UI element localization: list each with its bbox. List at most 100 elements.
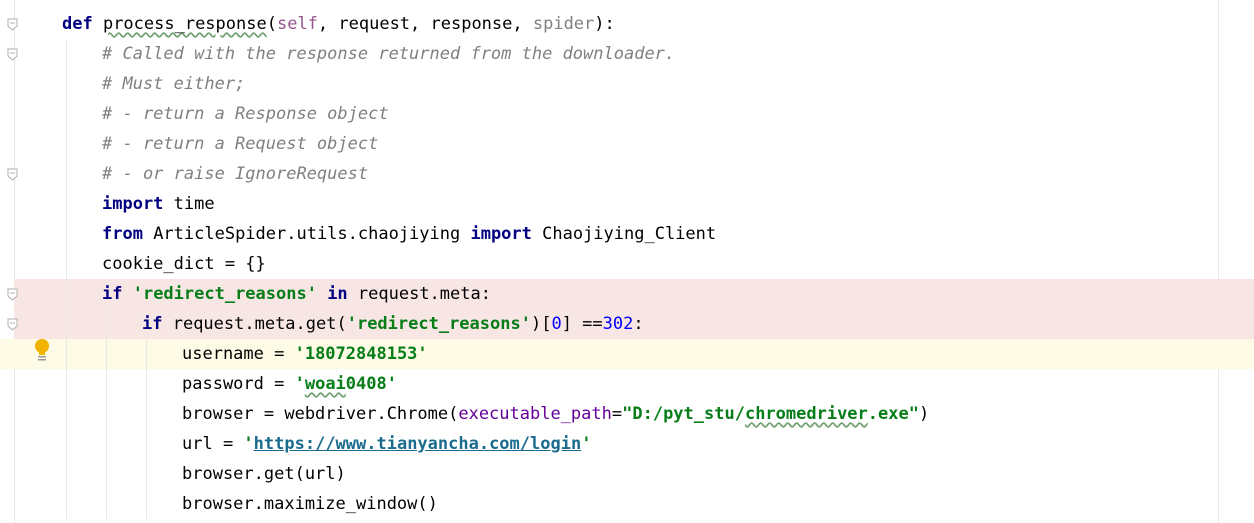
code-text: password = 'woai0408' bbox=[182, 369, 397, 399]
code-token: in bbox=[316, 284, 358, 304]
fold-marker-icon[interactable] bbox=[7, 288, 18, 301]
code-text: browser.get(url) bbox=[182, 459, 346, 489]
code-token: process_response bbox=[102, 14, 267, 34]
code-token: browser.maximize_window() bbox=[182, 494, 438, 514]
indent-guide bbox=[106, 399, 107, 429]
code-line[interactable]: browser.get(url) bbox=[0, 459, 1254, 489]
code-text: browser.maximize_window() bbox=[182, 489, 438, 519]
indent-guide bbox=[66, 39, 67, 69]
code-text: cookie_dict = {} bbox=[102, 249, 266, 279]
code-token: executable_path bbox=[458, 404, 612, 424]
code-token: , request, response, bbox=[317, 14, 533, 34]
code-text: browser = webdriver.Chrome(executable_pa… bbox=[182, 399, 929, 429]
code-line[interactable]: # - or raise IgnoreRequest bbox=[0, 159, 1254, 189]
indent-guide bbox=[66, 69, 67, 99]
indent-guide bbox=[66, 249, 67, 279]
fold-marker-icon[interactable] bbox=[7, 318, 18, 331]
indent-guide bbox=[106, 309, 107, 339]
code-token: = bbox=[611, 404, 623, 424]
code-token[interactable]: https://www.tianyancha.com/login bbox=[254, 434, 582, 454]
code-line[interactable]: def process_response(self, request, resp… bbox=[0, 9, 1254, 39]
code-token: password = bbox=[182, 374, 295, 394]
code-line[interactable]: browser = webdriver.Chrome(executable_pa… bbox=[0, 399, 1254, 429]
indent-guide bbox=[66, 459, 67, 489]
code-token: from bbox=[102, 224, 154, 244]
indent-guide bbox=[106, 339, 107, 369]
code-text: def process_response(self, request, resp… bbox=[62, 9, 615, 39]
code-token: if bbox=[142, 314, 173, 334]
code-text: import time bbox=[102, 189, 215, 219]
fold-marker-icon[interactable] bbox=[7, 168, 18, 181]
indent-guide bbox=[66, 159, 67, 189]
indent-guide bbox=[146, 489, 147, 519]
indent-guide bbox=[66, 339, 67, 369]
indent-guide bbox=[106, 489, 107, 519]
code-token: : bbox=[633, 314, 644, 334]
code-token: chromedriver bbox=[744, 404, 868, 424]
code-token: browser.get(url) bbox=[182, 464, 346, 484]
indent-guide bbox=[66, 429, 67, 459]
code-line[interactable]: if request.meta.get('redirect_reasons')[… bbox=[0, 309, 1254, 339]
code-line[interactable]: # - return a Response object bbox=[0, 99, 1254, 129]
code-text: username = '18072848153' bbox=[182, 339, 428, 369]
code-line[interactable]: url = 'https://www.tianyancha.com/login' bbox=[0, 429, 1254, 459]
code-token: .exe" bbox=[867, 404, 919, 424]
code-token: ( bbox=[266, 14, 277, 34]
code-line[interactable]: cookie_dict = {} bbox=[0, 249, 1254, 279]
code-token: 302 bbox=[602, 314, 634, 334]
code-token: # - return a Response object bbox=[102, 104, 389, 124]
code-token: if bbox=[102, 284, 133, 304]
code-token: def bbox=[62, 14, 103, 34]
indent-guide bbox=[66, 399, 67, 429]
code-text: if request.meta.get('redirect_reasons')[… bbox=[142, 309, 644, 339]
indent-guide bbox=[106, 429, 107, 459]
indent-guide bbox=[66, 99, 67, 129]
code-text: # Called with the response returned from… bbox=[102, 39, 675, 69]
code-token: )[ bbox=[530, 314, 552, 334]
code-token: spider bbox=[532, 14, 595, 34]
code-token: # - return a Request object bbox=[102, 134, 379, 154]
code-line[interactable]: browser.maximize_window() bbox=[0, 489, 1254, 519]
code-token: # Called with the response returned from… bbox=[102, 44, 676, 64]
indent-guide bbox=[66, 489, 67, 519]
code-token: ' bbox=[294, 374, 305, 394]
code-line[interactable]: username = '18072848153' bbox=[0, 339, 1254, 369]
code-line[interactable]: password = 'woai0408' bbox=[0, 369, 1254, 399]
code-token: self bbox=[276, 14, 318, 34]
code-token: '18072848153' bbox=[294, 344, 428, 364]
indent-guide bbox=[106, 369, 107, 399]
code-token: # - or raise IgnoreRequest bbox=[102, 164, 369, 184]
code-token: ' bbox=[581, 434, 592, 454]
code-token: url = bbox=[182, 434, 244, 454]
lightbulb-icon[interactable] bbox=[33, 338, 51, 362]
indent-guide bbox=[146, 399, 147, 429]
code-line[interactable]: # Called with the response returned from… bbox=[0, 39, 1254, 69]
code-text: if 'redirect_reasons' in request.meta: bbox=[102, 279, 491, 309]
indent-guide bbox=[146, 429, 147, 459]
indent-guide bbox=[66, 219, 67, 249]
code-line[interactable]: if 'redirect_reasons' in request.meta: bbox=[0, 279, 1254, 309]
code-text: # Must either; bbox=[102, 69, 245, 99]
code-token: ] == bbox=[561, 314, 603, 334]
code-line[interactable]: # - return a Request object bbox=[0, 129, 1254, 159]
code-line[interactable]: # Must either; bbox=[0, 69, 1254, 99]
code-token: ' bbox=[243, 434, 254, 454]
indent-guide bbox=[66, 129, 67, 159]
code-text: # - return a Response object bbox=[102, 99, 389, 129]
code-token: cookie_dict = {} bbox=[102, 254, 266, 274]
code-token: time bbox=[173, 194, 215, 214]
code-token: "D:/pyt_stu/ bbox=[622, 404, 745, 424]
code-token: request.meta: bbox=[357, 284, 491, 304]
code-text: from ArticleSpider.utils.chaojiying impo… bbox=[102, 219, 716, 249]
fold-marker-icon[interactable] bbox=[7, 48, 18, 61]
code-token: woai bbox=[304, 374, 346, 394]
code-token: import bbox=[102, 194, 174, 214]
fold-marker-icon[interactable] bbox=[7, 18, 18, 31]
code-token: 0 bbox=[551, 314, 562, 334]
code-token: 'redirect_reasons' bbox=[132, 284, 317, 304]
code-text: # - return a Request object bbox=[102, 129, 378, 159]
code-line[interactable]: import time bbox=[0, 189, 1254, 219]
code-token: Chaojiying_Client bbox=[542, 224, 717, 244]
indent-guide bbox=[146, 459, 147, 489]
code-line[interactable]: from ArticleSpider.utils.chaojiying impo… bbox=[0, 219, 1254, 249]
